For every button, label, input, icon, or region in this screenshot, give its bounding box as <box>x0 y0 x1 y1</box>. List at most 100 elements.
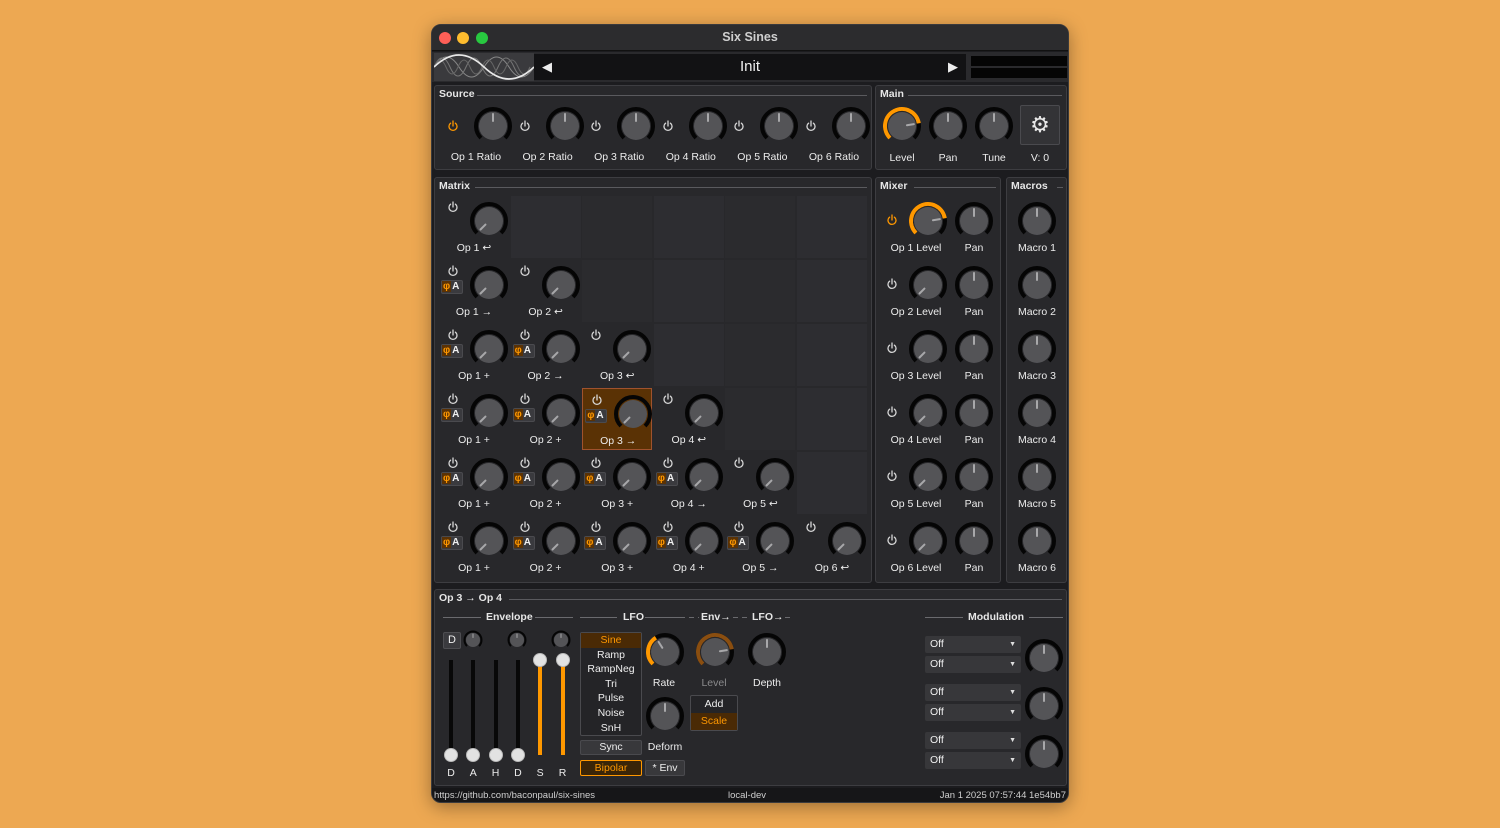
matrix-depth-knob[interactable] <box>541 457 581 497</box>
matrix-power-icon[interactable] <box>805 520 817 533</box>
matrix-depth-knob[interactable] <box>469 329 509 369</box>
matrix-cell[interactable]: φ A Op 1 + <box>439 324 509 386</box>
lfo-rate-knob[interactable] <box>645 632 685 672</box>
matrix-power-icon[interactable] <box>733 456 745 469</box>
matrix-cell[interactable]: Op 5 ↩ <box>725 452 795 514</box>
phase-amp-toggle[interactable]: φA <box>584 536 607 550</box>
mixer-power-icon[interactable] <box>886 341 898 354</box>
phase-amp-toggle[interactable]: φA <box>655 536 678 550</box>
macro-knob[interactable] <box>1017 201 1057 241</box>
phase-amp-toggle[interactable]: φA <box>441 408 463 422</box>
matrix-depth-knob[interactable] <box>469 457 509 497</box>
phase-amp-toggle[interactable]: φA <box>655 472 678 486</box>
lfo-deform-knob[interactable] <box>645 696 685 736</box>
matrix-depth-knob[interactable] <box>684 457 724 497</box>
envelope-curve-knob[interactable] <box>507 630 527 650</box>
lfo-shape-item[interactable]: Pulse <box>581 691 641 706</box>
env-mode-scale[interactable]: Scale <box>691 713 737 730</box>
matrix-depth-knob[interactable] <box>541 329 581 369</box>
matrix-power-icon[interactable] <box>590 456 602 469</box>
matrix-power-icon[interactable] <box>447 328 459 341</box>
op-power-icon[interactable] <box>447 119 459 132</box>
matrix-power-icon[interactable] <box>447 392 459 405</box>
mixer-power-icon[interactable] <box>886 533 898 546</box>
phase-amp-toggle[interactable]: φA <box>727 536 750 550</box>
op-power-icon[interactable] <box>662 119 674 132</box>
envelope-slider-thumb[interactable] <box>533 653 548 667</box>
envelope-curve-knob[interactable] <box>463 630 483 650</box>
macro-knob[interactable] <box>1017 521 1057 561</box>
matrix-power-icon[interactable] <box>519 456 531 469</box>
matrix-depth-knob[interactable] <box>827 521 867 561</box>
envelope-d-button[interactable]: D <box>443 632 461 649</box>
lfo-depth-knob[interactable] <box>747 632 787 672</box>
op-pan-knob[interactable] <box>954 457 994 497</box>
envelope-slider-track[interactable] <box>515 660 520 755</box>
next-preset-icon[interactable]: ▶ <box>948 59 958 75</box>
mod-source-dropdown[interactable]: Off ▼ <box>925 636 1021 653</box>
matrix-cell[interactable]: φ A Op 5 → <box>725 516 795 578</box>
settings-button[interactable]: ⚙ <box>1020 105 1060 145</box>
op-pan-knob[interactable] <box>954 521 994 561</box>
mod-depth-knob[interactable] <box>1024 734 1064 774</box>
op-level-knob[interactable] <box>908 521 948 561</box>
macro-knob[interactable] <box>1017 457 1057 497</box>
matrix-power-icon[interactable] <box>519 328 531 341</box>
op-level-knob[interactable] <box>908 329 948 369</box>
mod-depth-knob[interactable] <box>1024 638 1064 678</box>
tune-knob[interactable] <box>974 106 1014 146</box>
mixer-power-icon[interactable] <box>886 213 898 226</box>
op-pan-knob[interactable] <box>954 201 994 241</box>
matrix-cell[interactable]: φ A Op 1 + <box>439 452 509 514</box>
matrix-depth-knob[interactable] <box>541 521 581 561</box>
matrix-depth-knob[interactable] <box>469 521 509 561</box>
matrix-depth-knob[interactable] <box>612 329 652 369</box>
matrix-power-icon[interactable] <box>447 264 459 277</box>
mixer-power-icon[interactable] <box>886 277 898 290</box>
envelope-curve-knob[interactable] <box>551 630 571 650</box>
phase-amp-toggle[interactable]: φA <box>584 472 607 486</box>
matrix-power-icon[interactable] <box>447 456 459 469</box>
matrix-cell[interactable]: Op 4 ↩ <box>654 388 724 450</box>
mod-source-dropdown[interactable]: Off ▼ <box>925 684 1021 701</box>
envelope-slider-thumb[interactable] <box>510 748 525 762</box>
op-power-icon[interactable] <box>733 119 745 132</box>
level-knob[interactable] <box>882 106 922 146</box>
phase-amp-toggle[interactable]: φA <box>512 472 535 486</box>
matrix-cell[interactable]: φ A Op 1 → <box>439 260 509 322</box>
matrix-cell[interactable]: φ A Op 4 + <box>654 516 724 578</box>
op-power-icon[interactable] <box>519 119 531 132</box>
matrix-power-icon[interactable] <box>662 520 674 533</box>
phase-amp-toggle[interactable]: φA <box>441 472 463 486</box>
matrix-cell[interactable]: Op 1 ↩ <box>439 196 509 258</box>
matrix-cell[interactable]: φ A Op 2 → <box>511 324 581 386</box>
mod-via-dropdown[interactable]: Off ▼ <box>925 656 1021 673</box>
project-url[interactable]: https://github.com/baconpaul/six-sines <box>434 790 595 801</box>
matrix-cell[interactable]: φ A Op 3 → <box>582 388 653 450</box>
matrix-power-icon[interactable] <box>590 328 602 341</box>
matrix-cell[interactable]: φ A Op 3 + <box>582 452 652 514</box>
mod-depth-knob[interactable] <box>1024 686 1064 726</box>
matrix-power-icon[interactable] <box>447 520 459 533</box>
matrix-depth-knob[interactable] <box>541 393 581 433</box>
op-level-knob[interactable] <box>908 457 948 497</box>
phase-amp-toggle[interactable]: φA <box>585 409 608 423</box>
macro-knob[interactable] <box>1017 329 1057 369</box>
op-ratio-knob[interactable] <box>759 106 799 146</box>
matrix-depth-knob[interactable] <box>684 521 724 561</box>
mixer-power-icon[interactable] <box>886 405 898 418</box>
matrix-depth-knob[interactable] <box>469 201 509 241</box>
preset-name[interactable]: Init <box>534 58 966 75</box>
matrix-depth-knob[interactable] <box>612 457 652 497</box>
matrix-power-icon[interactable] <box>662 392 674 405</box>
env-multiply-button[interactable]: * Env <box>645 760 685 776</box>
phase-amp-toggle[interactable]: φA <box>512 344 535 358</box>
matrix-power-icon[interactable] <box>590 520 602 533</box>
op-pan-knob[interactable] <box>954 393 994 433</box>
op-ratio-knob[interactable] <box>616 106 656 146</box>
envelope-slider-thumb[interactable] <box>444 748 458 762</box>
matrix-cell[interactable]: φ A Op 1 + <box>439 388 509 450</box>
op-ratio-knob[interactable] <box>831 106 871 146</box>
op-level-knob[interactable] <box>908 393 948 433</box>
envelope-slider-track[interactable] <box>471 660 476 755</box>
